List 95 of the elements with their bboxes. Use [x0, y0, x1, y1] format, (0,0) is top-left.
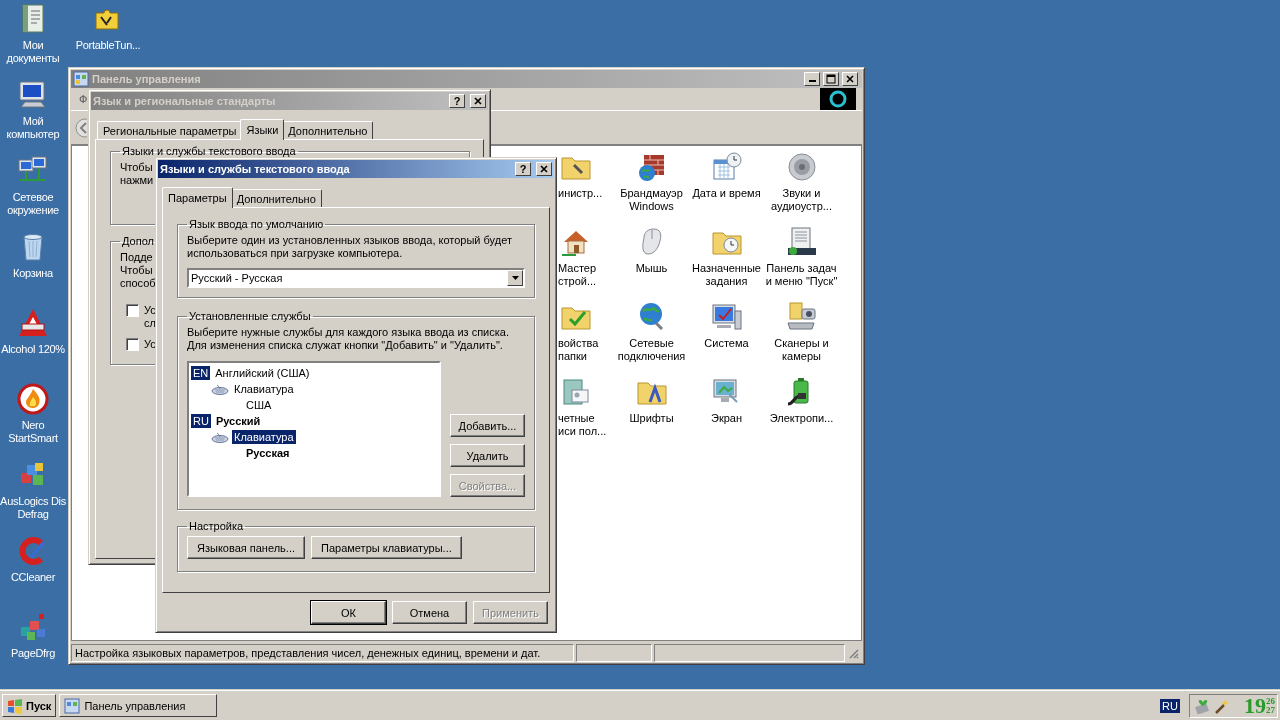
description-text: Выберите нужные службы для каждого языка ввода из списка. Для изменения списка служат кнопки "Добавить" и "Удалить". [187, 326, 509, 352]
checkbox[interactable] [126, 338, 139, 351]
item-label[interactable]: Звуки и аудиоустр... [771, 187, 832, 213]
resize-grip-icon [847, 646, 859, 659]
group-title: Язык ввода по умолчанию [188, 218, 325, 230]
desktop-icon-label[interactable]: Мой компьютер [6, 115, 60, 141]
language-badge: RU [191, 414, 211, 428]
desktop-icon-label[interactable]: PortableTun... [75, 39, 141, 52]
tab[interactable]: Дополнительно [230, 189, 322, 207]
minimize-icon [808, 80, 816, 82]
tree-item[interactable]: Русская [244, 446, 292, 460]
item-label[interactable]: войства папки [558, 337, 599, 363]
desktop-icon-label[interactable]: Alcohol 120% [1, 343, 65, 356]
tab[interactable]: Дополнительно [282, 121, 374, 139]
tree-item[interactable]: Клавиатура [232, 382, 296, 396]
tree-item[interactable]: Английский (США) [213, 366, 312, 380]
wand-icon[interactable] [1213, 697, 1229, 714]
desktop-icon-label[interactable]: CCleaner [10, 571, 56, 584]
description-text: Подде Чтобы способ [120, 251, 156, 290]
tree-item[interactable]: США [244, 398, 274, 412]
desktop-icon-label[interactable]: Nero StartSmart [8, 419, 58, 445]
item-label[interactable]: четные иси пол... [558, 412, 607, 438]
services-tree[interactable]: EN Английский (США) Клавиатура США RU Русский Клавиатура Русская [187, 361, 441, 497]
flame-icon[interactable] [17, 383, 49, 415]
desktop-icon-label[interactable]: Сетевое окружение [7, 191, 59, 217]
tree-item[interactable]: Клавиатура [232, 430, 296, 444]
item-label[interactable]: Назначенные задания [692, 262, 761, 288]
item-label[interactable]: Электропи... [769, 412, 834, 425]
item-label[interactable]: Мышь [635, 262, 668, 275]
item-label[interactable]: Экран [711, 412, 742, 425]
desktop-icon-label[interactable]: AusLogics Dis Defrag [0, 495, 66, 521]
keyboard-icon [211, 431, 229, 443]
back-button[interactable] [75, 117, 87, 138]
close-icon [844, 73, 856, 85]
tab[interactable]: Языки [240, 119, 285, 140]
desktop-icon-label[interactable]: Мои документы [6, 39, 60, 65]
menu-item[interactable]: Ф [79, 93, 88, 105]
logo-icon [820, 88, 856, 110]
item-label[interactable]: инистр... [558, 187, 603, 200]
description-text: Выберите один из установленных языков ввода, который будет использоваться при загрузке компьютера. [187, 234, 513, 260]
desktop-icon-label[interactable]: Корзина [13, 267, 53, 280]
group-title: Языки и службы текстового ввода [121, 145, 297, 157]
back-arrow-icon [75, 117, 87, 138]
button[interactable]: Отмена [392, 601, 467, 624]
item-label[interactable]: Сканеры и камеры [774, 337, 829, 363]
close-icon [472, 95, 484, 107]
help-button[interactable]: ? [515, 162, 531, 176]
taskbar-button[interactable]: Панель управления [59, 694, 218, 717]
triangle-logo-icon[interactable] [17, 307, 49, 339]
button[interactable]: Добавить... [450, 414, 525, 437]
button[interactable]: Параметры клавиатуры... [311, 536, 462, 559]
calendar-icon[interactable] [710, 151, 743, 183]
maximize-icon [825, 73, 837, 85]
speaker-icon[interactable] [785, 151, 818, 183]
button[interactable]: Удалить [450, 444, 525, 467]
start-button[interactable]: Пуск [2, 694, 57, 717]
item-label[interactable]: Брандмауэр Windows [620, 187, 683, 213]
checkbox[interactable] [126, 304, 139, 317]
item-label[interactable]: Панель задач и меню "Пуск" [765, 262, 838, 288]
item-label[interactable]: Система [704, 337, 749, 350]
checkbox-label[interactable]: Ус [144, 338, 156, 351]
taskbar-icon[interactable] [785, 226, 818, 258]
tab[interactable]: Региональные параметры [97, 121, 243, 139]
item-label[interactable]: Мастер строй... [558, 262, 597, 288]
tab[interactable]: Параметры [162, 187, 233, 208]
item-label[interactable]: Сетевые подключения [617, 337, 686, 363]
caret-icon [510, 275, 520, 281]
window-icon [64, 697, 81, 714]
tree-item[interactable]: Русский [213, 414, 263, 428]
item-label[interactable]: Шрифты [629, 412, 674, 425]
window-icon [73, 71, 89, 87]
keyboard-icon [211, 383, 229, 395]
close-icon [538, 163, 550, 175]
dropdown-button[interactable] [507, 270, 523, 286]
card-icon[interactable] [560, 376, 592, 408]
group-title: Настройка [188, 520, 245, 532]
desktop-icon-label[interactable]: PageDfrg [10, 647, 56, 660]
button[interactable]: Языковая панель... [187, 536, 306, 559]
close-button[interactable] [536, 162, 552, 176]
checkbox-label[interactable]: Ус сл [144, 304, 156, 330]
button[interactable]: ОК [311, 601, 386, 624]
language-indicator[interactable]: RU [1160, 698, 1180, 713]
monitor-icon[interactable] [710, 301, 743, 333]
language-dropdown[interactable]: Русский - Русская [187, 268, 525, 288]
language-badge: EN [191, 366, 211, 380]
description-text: Чтобы нажми [120, 161, 154, 187]
item-label[interactable]: Дата и время [692, 187, 761, 200]
flag-icon [7, 697, 23, 714]
dialog-title: Язык и региональные стандарты [93, 95, 277, 107]
window-title: Панель управления [92, 73, 202, 85]
dialog-title: Языки и службы текстового ввода [160, 163, 351, 175]
group-title: Допол [121, 235, 155, 247]
group-title: Установленные службы [188, 310, 312, 322]
status-text: Настройка языковых параметров, представления чисел, денежных единиц, времени и дат. [71, 643, 574, 662]
scanner-icon[interactable] [785, 301, 818, 333]
